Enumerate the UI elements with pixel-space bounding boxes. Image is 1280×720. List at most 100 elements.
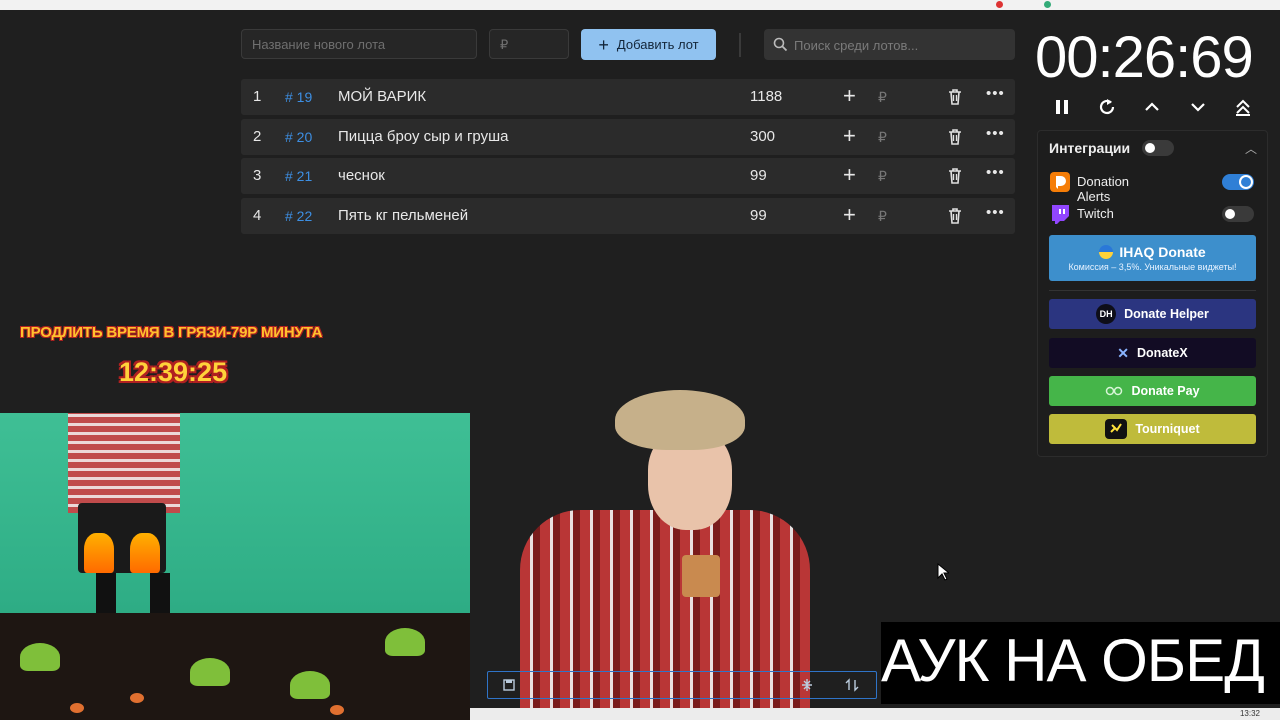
tourniquet-label: Tourniquet — [1135, 422, 1200, 436]
lot-currency: ₽ — [878, 89, 887, 105]
double-chevron-up-icon[interactable] — [1232, 96, 1254, 118]
video-carrot — [330, 705, 344, 715]
browser-status-dot — [996, 1, 1003, 8]
donate-helper-logo-icon: DH — [1096, 304, 1117, 324]
collapse-caret-icon[interactable]: ︿ — [1245, 140, 1257, 157]
donatex-button[interactable]: ✕ DonateX — [1049, 338, 1256, 368]
lot-id[interactable]: # 21 — [285, 158, 312, 194]
integrations-master-toggle[interactable] — [1142, 140, 1174, 156]
streamer-hat — [615, 390, 745, 450]
donate-pay-logo-icon — [1106, 386, 1123, 396]
lot-name[interactable]: Пять кг пельменей — [338, 198, 468, 234]
lot-amount[interactable]: 1188 — [750, 79, 782, 115]
ihaq-logo-icon — [1099, 245, 1114, 259]
ihaq-subtitle: Комиссия – 3,5%. Уникальные виджеты! — [1068, 262, 1237, 272]
flame-pattern — [84, 533, 114, 573]
lot-id[interactable]: # 19 — [285, 79, 312, 115]
lot-amount[interactable]: 99 — [750, 158, 767, 194]
more-options-icon[interactable]: ••• — [986, 76, 1005, 112]
sort-arrows-icon[interactable] — [845, 678, 859, 692]
lot-id[interactable]: # 22 — [285, 198, 312, 234]
overlay-timer: 12:39:25 — [119, 357, 228, 387]
flame-pattern — [130, 533, 160, 573]
tourniquet-logo-icon — [1105, 419, 1128, 439]
twitch-icon — [1052, 205, 1069, 224]
add-amount-button[interactable]: + — [843, 197, 856, 233]
donate-pay-button[interactable]: Donate Pay — [1049, 376, 1256, 406]
lot-currency: ₽ — [878, 129, 887, 145]
lot-row: 1 # 19 МОЙ ВАРИК 1188 + ₽ ••• — [241, 79, 1015, 115]
lot-search[interactable] — [764, 29, 1015, 62]
trash-icon[interactable] — [948, 168, 962, 184]
new-lot-price-input[interactable] — [489, 29, 569, 59]
video-carrot — [70, 703, 84, 713]
auction-banner: АУК НА ОБЕД — [881, 622, 1280, 704]
integrations-panel: Интеграции ︿ Donation Alerts Twitch — [1037, 130, 1268, 457]
lot-currency: ₽ — [878, 168, 887, 184]
services-divider — [1049, 290, 1256, 291]
lot-name[interactable]: МОЙ ВАРИК — [338, 79, 426, 115]
restart-icon[interactable] — [1096, 96, 1118, 118]
donatex-label: DonateX — [1137, 346, 1188, 360]
lot-name[interactable]: Пицца броу сыр и груша — [338, 119, 509, 155]
chevron-up-icon[interactable] — [1141, 96, 1163, 118]
taskbar-clock: 13:32 — [1239, 709, 1260, 718]
auction-timer: 00:26:69 — [1035, 25, 1254, 90]
lot-amount[interactable]: 99 — [750, 198, 767, 234]
lot-search-input[interactable] — [792, 29, 1011, 62]
ihaq-donate-button[interactable]: IHAQ Donate Комиссия – 3,5%. Уникальные … — [1049, 235, 1256, 281]
tourniquet-button[interactable]: Tourniquet — [1049, 414, 1256, 444]
trash-icon[interactable] — [948, 89, 962, 105]
donate-helper-button[interactable]: DH Donate Helper — [1049, 299, 1256, 329]
add-amount-button[interactable]: + — [843, 118, 856, 154]
integration-label: Twitch — [1077, 206, 1114, 221]
taskbar: 13:32 — [470, 708, 1280, 720]
browser-status-dot — [1044, 1, 1051, 8]
lot-id[interactable]: # 20 — [285, 119, 312, 155]
mouse-cursor-icon — [937, 563, 949, 581]
chevron-down-icon[interactable] — [1187, 96, 1209, 118]
lot-index: 3 — [253, 167, 262, 184]
lot-index: 2 — [253, 128, 262, 145]
browser-top-strip — [0, 0, 1280, 10]
lot-amount[interactable]: 300 — [750, 119, 775, 155]
twitch-toggle[interactable] — [1222, 206, 1254, 222]
trash-icon[interactable] — [948, 208, 962, 224]
donate-pay-label: Donate Pay — [1131, 384, 1200, 398]
save-icon[interactable] — [502, 678, 516, 692]
video-carrot — [130, 693, 144, 703]
webcam-video-garden — [0, 413, 470, 720]
more-options-icon[interactable]: ••• — [986, 195, 1005, 231]
obs-source-toolbar — [487, 671, 877, 699]
lot-currency: ₽ — [878, 208, 887, 224]
lot-row: 2 # 20 Пицца броу сыр и груша 300 + ₽ ••… — [241, 119, 1015, 155]
lot-index: 1 — [253, 88, 262, 105]
video-plant — [385, 628, 425, 656]
video-plant — [290, 671, 330, 699]
add-amount-button[interactable]: + — [843, 157, 856, 193]
trash-icon[interactable] — [948, 129, 962, 145]
add-lot-button-label: Добавить лот — [616, 37, 699, 52]
donation-alerts-icon — [1050, 172, 1070, 192]
toolbar-divider — [739, 33, 741, 57]
donatex-logo-icon: ✕ — [1117, 344, 1130, 361]
more-options-icon[interactable]: ••• — [986, 116, 1005, 152]
align-center-icon[interactable] — [800, 678, 814, 692]
pause-icon[interactable] — [1051, 96, 1073, 118]
video-plant — [20, 643, 60, 671]
more-options-icon[interactable]: ••• — [986, 155, 1005, 191]
add-lot-button[interactable]: + Добавить лот — [581, 29, 716, 60]
video-person-shirt — [68, 413, 180, 513]
plus-icon: + — [598, 34, 609, 55]
new-lot-name-input[interactable] — [241, 29, 477, 59]
lot-index: 4 — [253, 207, 262, 224]
add-amount-button[interactable]: + — [843, 78, 856, 114]
lot-row: 4 # 22 Пять кг пельменей 99 + ₽ ••• — [241, 198, 1015, 234]
donate-helper-label: Donate Helper — [1124, 307, 1209, 321]
integration-label: Donation Alerts — [1077, 174, 1130, 204]
donation-alerts-toggle[interactable] — [1222, 174, 1254, 190]
search-icon — [773, 37, 788, 52]
lot-name[interactable]: чеснок — [338, 158, 385, 194]
auction-banner-text: АУК НА ОБЕД — [881, 627, 1265, 694]
overlay-extend-time-title: ПРОДЛИТЬ ВРЕМЯ В ГРЯЗИ-79Р МИНУТА — [20, 324, 323, 341]
